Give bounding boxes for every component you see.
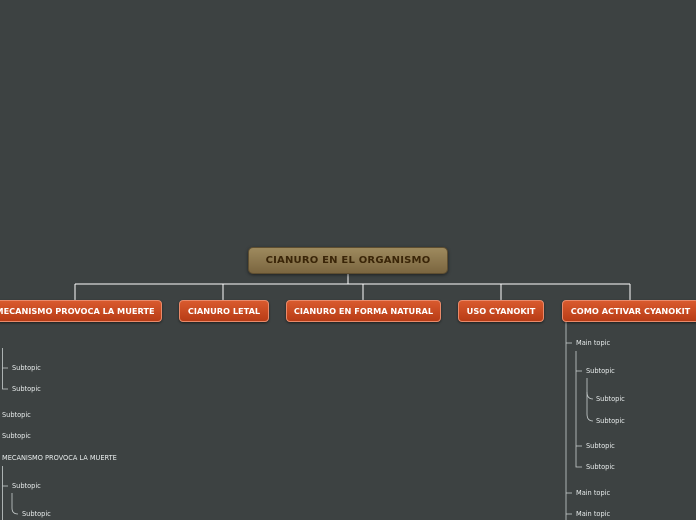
main-topic-uso-cyanokit[interactable]: USO CYANOKIT (458, 300, 544, 322)
right-subtopic-5[interactable]: Subtopic (586, 463, 615, 472)
central-topic[interactable]: CIANURO EN EL ORGANISMO (248, 247, 448, 274)
left-subtopic-7[interactable]: Subtopic (22, 510, 51, 519)
left-subtopic-4[interactable]: Subtopic (2, 432, 31, 441)
right-curve-1 (586, 378, 594, 400)
main-topic-forma-natural[interactable]: CIANURO EN FORMA NATURAL (286, 300, 441, 322)
left-subtree-line-2 (2, 368, 8, 390)
right-main-topic-2[interactable]: Main topic (576, 489, 610, 498)
main-topic-cianuro-letal[interactable]: CIANURO LETAL (179, 300, 269, 322)
right-subtopic-2[interactable]: Subtopic (596, 395, 625, 404)
right-subtopic-3[interactable]: Subtopic (596, 417, 625, 426)
right-main-topic-1[interactable]: Main topic (576, 339, 610, 348)
left-subtree-line-1 (2, 348, 8, 369)
right-subtopic-4[interactable]: Subtopic (586, 442, 615, 451)
main-topic-activar-cyanokit[interactable]: COMO ACTIVAR CYANOKIT (562, 300, 696, 322)
mind-map-canvas: CIANURO EN EL ORGANISMO MECANISMO PROVOC… (0, 0, 696, 520)
left-subtopic-1[interactable]: Subtopic (12, 364, 41, 373)
main-topic-mecanismo[interactable]: MECANISMO PROVOCA LA MUERTE (0, 300, 162, 322)
left-subtopic-2[interactable]: Subtopic (12, 385, 41, 394)
right-subtopic-1[interactable]: Subtopic (586, 367, 615, 376)
left-subtree-line-5 (11, 493, 19, 515)
left-subtopic-6[interactable]: Subtopic (12, 482, 41, 491)
left-subtopic-mecanismo[interactable]: MECANISMO PROVOCA LA MUERTE (2, 454, 117, 463)
right-main-topic-3[interactable]: Main topic (576, 510, 610, 519)
right-sub-spine (575, 351, 582, 468)
left-subtopic-3[interactable]: Subtopic (2, 411, 31, 420)
